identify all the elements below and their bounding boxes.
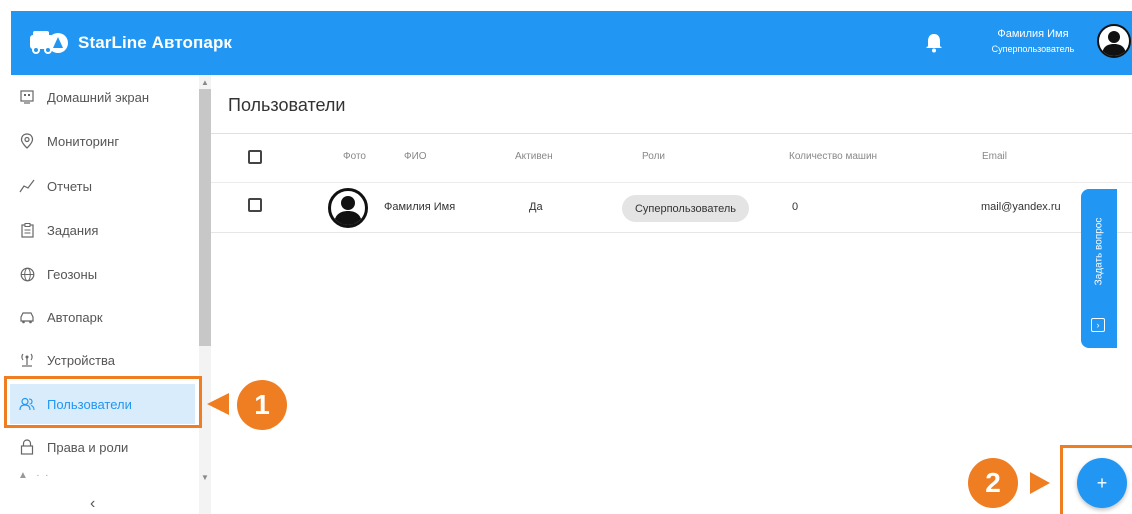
- sidebar-scrollbar-thumb[interactable]: [199, 89, 211, 346]
- sidebar-item-roles[interactable]: Права и роли: [10, 427, 195, 467]
- car-icon: [18, 308, 36, 326]
- header-user-role: Суперпользователь: [991, 44, 1075, 54]
- chart-line-icon: [18, 177, 36, 195]
- sidebar-item-label: Домашний экран: [47, 89, 150, 105]
- callout-badge-2: 2: [968, 458, 1018, 508]
- user-silhouette-icon: [1102, 31, 1126, 56]
- user-car-count: 0: [792, 201, 799, 213]
- divider: [211, 182, 1132, 183]
- column-header-email[interactable]: Email: [982, 151, 1007, 162]
- callout-highlight-users: [4, 376, 202, 428]
- column-header-car-count[interactable]: Количество машин: [789, 151, 877, 162]
- page-title: Пользователи: [228, 95, 346, 115]
- callout-arrow-left-icon: [207, 393, 229, 415]
- collapse-sidebar-chevron-icon[interactable]: ‹: [90, 495, 95, 513]
- sidebar-item-partial[interactable]: ▲ · ·: [18, 470, 48, 481]
- sidebar-item-tasks[interactable]: Задания: [10, 210, 195, 250]
- sidebar-item-geozones[interactable]: Геозоны: [10, 254, 195, 294]
- callout-badge-1: 1: [237, 380, 287, 430]
- starline-logo-icon[interactable]: [29, 29, 69, 55]
- sidebar-item-label: Права и роли: [47, 439, 129, 455]
- globe-icon: [18, 265, 36, 283]
- ask-question-label[interactable]: Задать вопрос: [1081, 189, 1117, 314]
- user-active-status: Да: [529, 201, 543, 213]
- column-header-name[interactable]: ФИО: [404, 151, 427, 162]
- sidebar-item-label: Геозоны: [47, 266, 98, 282]
- user-silhouette-icon: [334, 196, 362, 225]
- callout-arrow-right-icon: [1030, 472, 1050, 494]
- user-email: mail@yandex.ru: [981, 201, 1061, 213]
- header-avatar[interactable]: [1097, 24, 1131, 58]
- divider: [211, 133, 1132, 134]
- scroll-down-icon[interactable]: ▼: [201, 473, 209, 482]
- antenna-icon: [18, 351, 36, 369]
- sidebar: ▲ ▼ Домашний экран Мониторинг Отчеты Зад…: [0, 75, 211, 514]
- sidebar-item-label: Задания: [47, 222, 99, 238]
- sidebar-item-label: Отчеты: [47, 178, 92, 194]
- role-chip: Суперпользователь: [622, 195, 749, 222]
- add-user-button[interactable]: +: [1077, 458, 1127, 508]
- expand-chevron-icon[interactable]: ›: [1091, 318, 1105, 332]
- bell-icon[interactable]: [925, 33, 943, 53]
- user-photo-avatar: [328, 188, 368, 228]
- sidebar-item-home[interactable]: Домашний экран: [10, 77, 195, 117]
- sidebar-item-label: Мониторинг: [47, 133, 120, 149]
- column-header-photo[interactable]: Фото: [343, 151, 366, 162]
- sidebar-item-reports[interactable]: Отчеты: [10, 166, 195, 206]
- column-header-active[interactable]: Активен: [515, 151, 553, 162]
- header-user-name[interactable]: Фамилия Имя: [983, 28, 1083, 40]
- row-checkbox[interactable]: [248, 198, 262, 212]
- sidebar-item-label: Устройства: [47, 352, 116, 368]
- home-screen-icon: [18, 88, 36, 106]
- select-all-checkbox[interactable]: [248, 150, 262, 164]
- user-full-name: Фамилия Имя: [384, 201, 456, 213]
- sidebar-item-fleet[interactable]: Автопарк: [10, 297, 195, 337]
- top-app-bar: StarLine Автопарк Фамилия Имя Суперпольз…: [11, 11, 1132, 75]
- sidebar-item-label: Автопарк: [47, 309, 103, 325]
- app-title[interactable]: StarLine Автопарк: [78, 33, 232, 53]
- divider: [211, 232, 1132, 233]
- column-header-roles[interactable]: Роли: [642, 151, 665, 162]
- sidebar-item-monitoring[interactable]: Мониторинг: [10, 121, 195, 161]
- clipboard-icon: [18, 221, 36, 239]
- lock-icon: [18, 438, 36, 456]
- scroll-up-icon[interactable]: ▲: [201, 78, 209, 87]
- location-pin-icon: [18, 132, 36, 150]
- sidebar-item-devices[interactable]: Устройства: [10, 340, 195, 380]
